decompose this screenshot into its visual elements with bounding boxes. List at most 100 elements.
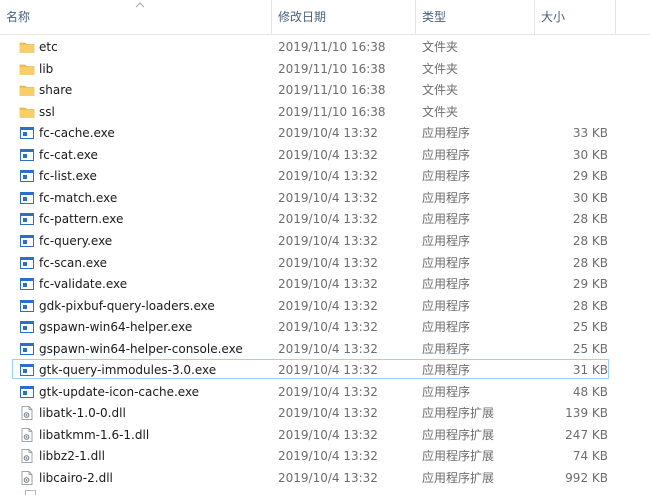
file-date-modified: 2019/10/4 13:32 [278,190,378,205]
file-type: 应用程序 [422,147,471,162]
file-size: 28 KB [572,233,608,248]
file-name: fc-validate.exe [39,277,128,292]
exe-icon [20,364,34,377]
file-size: 992 KB [565,471,608,485]
column-header-type[interactable]: 类型 [415,0,533,34]
file-type: 文件夹 [422,61,459,76]
exe-icon [20,170,34,183]
exe-icon [20,321,34,334]
file-date-modified: 2019/10/4 13:32 [278,169,378,184]
file-date-modified: 2019/10/4 13:32 [278,298,378,313]
column-header-spacer [615,0,650,34]
file-row[interactable]: libatkmm-1.6-1.dll 2019/10/4 13:32 应用程序扩展 2… [12,424,609,444]
file-row[interactable]: gtk-update-icon-cache.exe 2019/10/4 13:32… [12,381,609,401]
file-row[interactable]: gspawn-win64-helper-console.exe 2019/10/4… [12,338,609,358]
file-date-modified: 2019/11/10 16:38 [278,40,386,54]
file-row[interactable]: libatk-1.0-0.dll 2019/10/4 13:32 应用程序扩展 139… [12,402,609,422]
file-size: 48 KB [572,384,608,399]
file-type: 应用程序 [422,212,471,227]
exe-icon [20,191,34,204]
column-header-bar: 名称 修改日期 类型 大小 [0,0,650,35]
file-size: 28 KB [572,298,608,313]
file-name: libbz2-1.dll [39,449,105,464]
file-date-modified: 2019/10/4 13:32 [278,277,378,292]
partial-next-item-icon [25,490,36,495]
file-size: 139 KB [565,406,608,421]
file-type: 文件夹 [422,83,459,98]
file-name: etc [39,40,58,54]
file-size: 28 KB [572,212,608,227]
file-date-modified: 2019/11/10 16:38 [278,61,386,76]
exe-icon [20,148,34,161]
file-size [528,102,608,122]
exe-icon [20,278,34,291]
file-name: gtk-query-immodules-3.0.exe [39,363,217,378]
file-type: 应用程序 [422,233,471,248]
file-row[interactable]: fc-pattern.exe 2019/10/4 13:32 应用程序 28 KB [12,208,609,228]
exe-icon [20,342,34,355]
file-type: 应用程序 [422,126,471,141]
folder-icon [19,85,35,96]
file-name: gspawn-win64-helper.exe [39,320,193,335]
file-date-modified: 2019/10/4 13:32 [278,384,378,399]
file-type: 应用程序 [422,190,471,205]
file-row[interactable]: lib 2019/11/10 16:38 文件夹 [12,58,609,78]
file-date-modified: 2019/11/10 16:38 [278,83,386,98]
file-date-modified: 2019/10/4 13:32 [278,212,378,227]
file-name: fc-match.exe [39,190,118,205]
file-row[interactable]: libcairo-2.dll 2019/10/4 13:32 应用程序扩展 992 K… [12,467,609,487]
file-name: gtk-update-icon-cache.exe [39,384,200,399]
exe-icon [20,299,34,312]
file-row[interactable]: fc-list.exe 2019/10/4 13:32 应用程序 29 KB [12,165,609,185]
file-date-modified: 2019/10/4 13:32 [278,406,378,421]
exe-icon [20,213,34,226]
file-row[interactable]: gspawn-win64-helper.exe 2019/10/4 13:32 应用… [12,316,609,336]
file-date-modified: 2019/10/4 13:32 [278,320,378,335]
file-row[interactable]: gtk-query-immodules-3.0.exe 2019/10/4 13:… [12,359,609,380]
file-row[interactable]: libbz2-1.dll 2019/10/4 13:32 应用程序扩展 74 KB [12,445,609,465]
dll-icon [21,427,33,442]
file-date-modified: 2019/10/4 13:32 [278,233,378,248]
column-header-size[interactable]: 大小 [534,0,614,34]
file-size: 28 KB [572,255,608,270]
file-date-modified: 2019/10/4 13:32 [278,427,378,442]
file-date-modified: 2019/10/4 13:32 [278,126,378,141]
file-row[interactable]: ssl 2019/11/10 16:38 文件夹 [12,101,609,121]
file-size: 25 KB [572,320,608,335]
file-date-modified: 2019/10/4 13:32 [278,341,378,356]
file-size: 25 KB [572,341,608,356]
file-size: 30 KB [572,190,608,205]
file-date-modified: 2019/11/10 16:38 [278,104,386,119]
folder-icon [19,42,35,53]
folder-icon [19,64,35,75]
file-date-modified: 2019/10/4 13:32 [278,147,378,162]
file-row[interactable]: gdk-pixbuf-query-loaders.exe 2019/10/4 13… [12,295,609,315]
file-row[interactable]: etc 2019/11/10 16:38 文件夹 [12,36,609,56]
file-name: fc-cat.exe [39,147,98,162]
file-type: 应用程序扩展 [422,471,495,485]
file-row[interactable]: fc-scan.exe 2019/10/4 13:32 应用程序 28 KB [12,252,609,272]
file-row[interactable]: fc-query.exe 2019/10/4 13:32 应用程序 28 KB [12,230,609,250]
column-header-date[interactable]: 修改日期 [271,0,414,34]
file-size: 247 KB [565,427,608,442]
file-row[interactable]: fc-cache.exe 2019/10/4 13:32 应用程序 33 KB [12,122,609,142]
file-date-modified: 2019/10/4 13:32 [278,255,378,270]
file-name: share [39,83,73,98]
file-row[interactable]: fc-match.exe 2019/10/4 13:32 应用程序 30 KB [12,187,609,207]
file-row[interactable]: fc-validate.exe 2019/10/4 13:32 应用程序 29 KB [12,273,609,293]
file-type: 应用程序扩展 [422,427,495,442]
file-type: 文件夹 [422,104,459,119]
file-name: fc-pattern.exe [39,212,124,227]
sort-ascending-icon [135,2,145,8]
file-name: gdk-pixbuf-query-loaders.exe [39,298,215,313]
exe-icon [20,385,34,398]
file-name: fc-scan.exe [39,255,108,270]
file-size: 30 KB [572,147,608,162]
dll-icon [21,406,33,421]
folder-icon [19,107,35,118]
exe-icon [20,234,34,247]
file-name: lib [39,61,54,76]
file-row[interactable]: fc-cat.exe 2019/10/4 13:32 应用程序 30 KB [12,144,609,164]
dll-icon [21,449,33,464]
file-row[interactable]: share 2019/11/10 16:38 文件夹 [12,79,609,99]
